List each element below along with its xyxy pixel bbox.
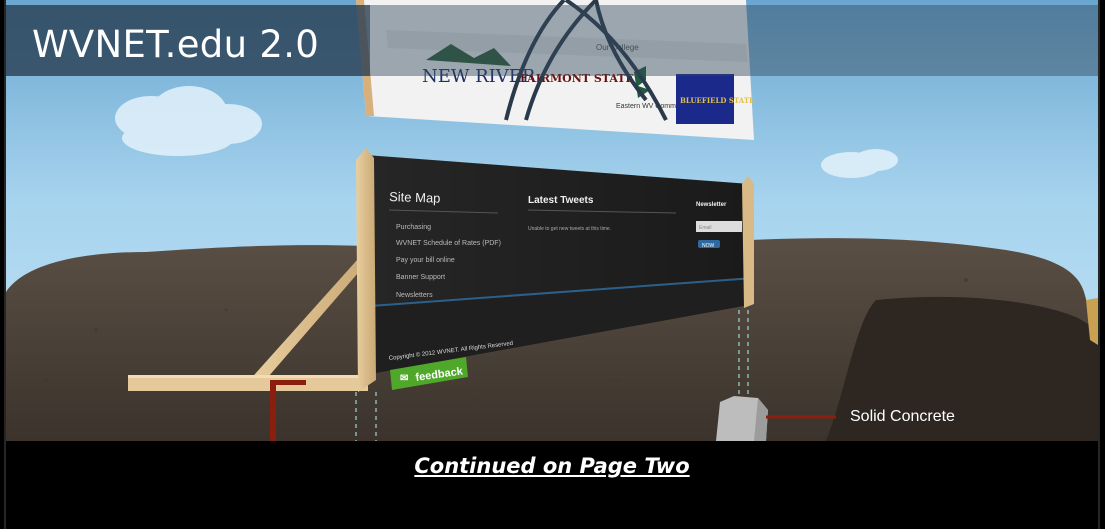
tweets-heading: Latest Tweets [528,195,594,206]
newsletter-submit-label: NOW [702,243,715,249]
wood-post-right [742,176,754,308]
page-title: WVNET.edu 2.0 [32,23,320,66]
wood-post-left [356,148,376,392]
site-map-link-pay-bill[interactable]: Pay your bill online [396,257,455,264]
header-strip [370,5,1098,76]
bottom-bar: Continued on Page Two [6,441,1098,529]
rebar-post [270,380,276,441]
continued-container: Continued on Page Two [6,454,1098,478]
logo-bluefield-state: BLUEFIELD STATE [680,96,754,105]
page-frame: Our College NEW RIVER FAIRMONT STATE Eas… [0,0,1105,529]
site-map-link-banner[interactable]: Banner Support [396,274,445,281]
site-map-link-purchasing[interactable]: Purchasing [396,224,431,231]
site-map-link-rates[interactable]: WVNET Schedule of Rates (PDF) [396,240,501,247]
construction-illustration: Our College NEW RIVER FAIRMONT STATE Eas… [6,0,1098,441]
site-map-link-newsletters[interactable]: Newsletters [396,292,433,299]
concrete-label: Solid Concrete [850,408,955,425]
frame-border-right [1098,0,1100,529]
header-title-bar: WVNET.edu 2.0 [6,5,370,76]
continued-link[interactable]: Continued on Page Two [414,454,689,478]
newsletter-placeholder: Email [699,225,712,231]
feedback-megaphone-icon: ✉ [400,373,408,384]
newsletter-heading: Newsletter [696,202,727,208]
site-map-heading: Site Map [389,189,441,206]
tweets-body: Unable to get new tweets at this time. [528,226,611,232]
